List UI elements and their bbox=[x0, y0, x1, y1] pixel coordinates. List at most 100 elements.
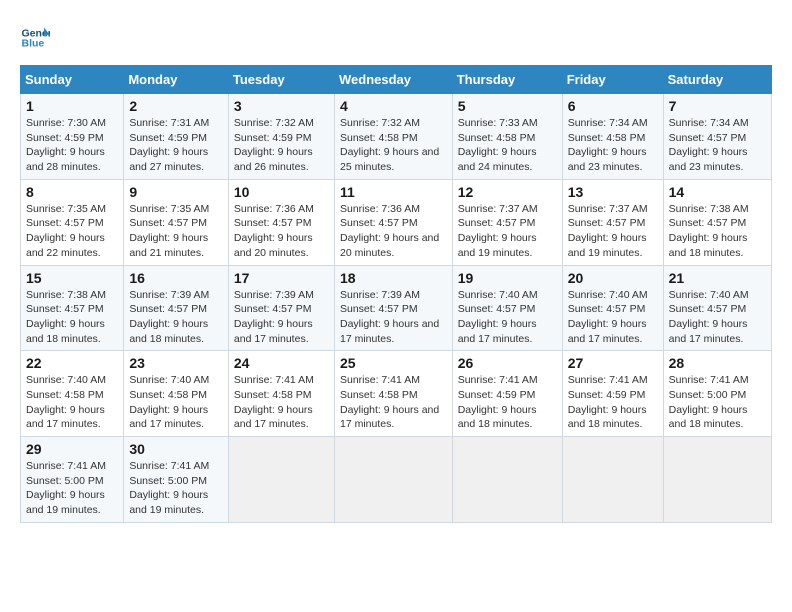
calendar-cell: 24 Sunrise: 7:41 AMSunset: 4:58 PMDaylig… bbox=[228, 351, 334, 437]
day-number: 17 bbox=[234, 270, 329, 286]
day-info: Sunrise: 7:40 AMSunset: 4:58 PMDaylight:… bbox=[129, 374, 209, 430]
calendar-cell bbox=[663, 437, 771, 523]
calendar-cell: 25 Sunrise: 7:41 AMSunset: 4:58 PMDaylig… bbox=[334, 351, 452, 437]
day-number: 11 bbox=[340, 184, 447, 200]
day-info: Sunrise: 7:40 AMSunset: 4:58 PMDaylight:… bbox=[26, 374, 106, 430]
calendar-cell: 11 Sunrise: 7:36 AMSunset: 4:57 PMDaylig… bbox=[334, 179, 452, 265]
day-number: 25 bbox=[340, 355, 447, 371]
day-number: 23 bbox=[129, 355, 223, 371]
calendar-week-row: 29 Sunrise: 7:41 AMSunset: 5:00 PMDaylig… bbox=[21, 437, 772, 523]
day-info: Sunrise: 7:40 AMSunset: 4:57 PMDaylight:… bbox=[669, 289, 749, 345]
calendar-cell: 29 Sunrise: 7:41 AMSunset: 5:00 PMDaylig… bbox=[21, 437, 124, 523]
calendar-cell bbox=[228, 437, 334, 523]
day-info: Sunrise: 7:32 AMSunset: 4:58 PMDaylight:… bbox=[340, 117, 439, 173]
calendar-table: SundayMondayTuesdayWednesdayThursdayFrid… bbox=[20, 65, 772, 523]
calendar-cell: 13 Sunrise: 7:37 AMSunset: 4:57 PMDaylig… bbox=[562, 179, 663, 265]
svg-text:Blue: Blue bbox=[22, 37, 45, 49]
day-number: 2 bbox=[129, 98, 223, 114]
calendar-cell: 6 Sunrise: 7:34 AMSunset: 4:58 PMDayligh… bbox=[562, 94, 663, 180]
calendar-cell: 14 Sunrise: 7:38 AMSunset: 4:57 PMDaylig… bbox=[663, 179, 771, 265]
day-info: Sunrise: 7:30 AMSunset: 4:59 PMDaylight:… bbox=[26, 117, 106, 173]
day-info: Sunrise: 7:40 AMSunset: 4:57 PMDaylight:… bbox=[568, 289, 648, 345]
day-info: Sunrise: 7:35 AMSunset: 4:57 PMDaylight:… bbox=[26, 203, 106, 259]
calendar-cell: 15 Sunrise: 7:38 AMSunset: 4:57 PMDaylig… bbox=[21, 265, 124, 351]
day-info: Sunrise: 7:34 AMSunset: 4:58 PMDaylight:… bbox=[568, 117, 648, 173]
day-info: Sunrise: 7:41 AMSunset: 5:00 PMDaylight:… bbox=[669, 374, 749, 430]
calendar-cell: 26 Sunrise: 7:41 AMSunset: 4:59 PMDaylig… bbox=[452, 351, 562, 437]
calendar-cell: 16 Sunrise: 7:39 AMSunset: 4:57 PMDaylig… bbox=[124, 265, 229, 351]
day-info: Sunrise: 7:33 AMSunset: 4:58 PMDaylight:… bbox=[458, 117, 538, 173]
calendar-cell: 8 Sunrise: 7:35 AMSunset: 4:57 PMDayligh… bbox=[21, 179, 124, 265]
day-info: Sunrise: 7:32 AMSunset: 4:59 PMDaylight:… bbox=[234, 117, 314, 173]
calendar-cell: 20 Sunrise: 7:40 AMSunset: 4:57 PMDaylig… bbox=[562, 265, 663, 351]
calendar-cell bbox=[562, 437, 663, 523]
day-number: 7 bbox=[669, 98, 766, 114]
day-info: Sunrise: 7:34 AMSunset: 4:57 PMDaylight:… bbox=[669, 117, 749, 173]
calendar-cell bbox=[452, 437, 562, 523]
calendar-cell: 12 Sunrise: 7:37 AMSunset: 4:57 PMDaylig… bbox=[452, 179, 562, 265]
day-info: Sunrise: 7:37 AMSunset: 4:57 PMDaylight:… bbox=[568, 203, 648, 259]
day-number: 5 bbox=[458, 98, 557, 114]
calendar-week-row: 15 Sunrise: 7:38 AMSunset: 4:57 PMDaylig… bbox=[21, 265, 772, 351]
calendar-cell: 1 Sunrise: 7:30 AMSunset: 4:59 PMDayligh… bbox=[21, 94, 124, 180]
day-info: Sunrise: 7:39 AMSunset: 4:57 PMDaylight:… bbox=[129, 289, 209, 345]
day-number: 6 bbox=[568, 98, 658, 114]
day-number: 4 bbox=[340, 98, 447, 114]
day-number: 27 bbox=[568, 355, 658, 371]
calendar-cell: 28 Sunrise: 7:41 AMSunset: 5:00 PMDaylig… bbox=[663, 351, 771, 437]
calendar-cell: 18 Sunrise: 7:39 AMSunset: 4:57 PMDaylig… bbox=[334, 265, 452, 351]
calendar-cell: 2 Sunrise: 7:31 AMSunset: 4:59 PMDayligh… bbox=[124, 94, 229, 180]
day-info: Sunrise: 7:41 AMSunset: 4:59 PMDaylight:… bbox=[568, 374, 648, 430]
weekday-header-monday: Monday bbox=[124, 66, 229, 94]
weekday-header-thursday: Thursday bbox=[452, 66, 562, 94]
day-number: 28 bbox=[669, 355, 766, 371]
calendar-cell bbox=[334, 437, 452, 523]
day-info: Sunrise: 7:41 AMSunset: 4:58 PMDaylight:… bbox=[234, 374, 314, 430]
day-info: Sunrise: 7:31 AMSunset: 4:59 PMDaylight:… bbox=[129, 117, 209, 173]
day-info: Sunrise: 7:41 AMSunset: 4:59 PMDaylight:… bbox=[458, 374, 538, 430]
day-number: 3 bbox=[234, 98, 329, 114]
calendar-cell: 5 Sunrise: 7:33 AMSunset: 4:58 PMDayligh… bbox=[452, 94, 562, 180]
calendar-week-row: 1 Sunrise: 7:30 AMSunset: 4:59 PMDayligh… bbox=[21, 94, 772, 180]
calendar-cell: 21 Sunrise: 7:40 AMSunset: 4:57 PMDaylig… bbox=[663, 265, 771, 351]
day-number: 21 bbox=[669, 270, 766, 286]
day-number: 12 bbox=[458, 184, 557, 200]
day-info: Sunrise: 7:41 AMSunset: 4:58 PMDaylight:… bbox=[340, 374, 439, 430]
day-number: 26 bbox=[458, 355, 557, 371]
calendar-week-row: 22 Sunrise: 7:40 AMSunset: 4:58 PMDaylig… bbox=[21, 351, 772, 437]
day-number: 16 bbox=[129, 270, 223, 286]
day-info: Sunrise: 7:41 AMSunset: 5:00 PMDaylight:… bbox=[129, 460, 209, 516]
day-number: 24 bbox=[234, 355, 329, 371]
day-info: Sunrise: 7:36 AMSunset: 4:57 PMDaylight:… bbox=[340, 203, 439, 259]
day-number: 20 bbox=[568, 270, 658, 286]
day-info: Sunrise: 7:38 AMSunset: 4:57 PMDaylight:… bbox=[26, 289, 106, 345]
day-number: 1 bbox=[26, 98, 118, 114]
logo-icon: General Blue bbox=[20, 20, 50, 50]
calendar-cell: 4 Sunrise: 7:32 AMSunset: 4:58 PMDayligh… bbox=[334, 94, 452, 180]
day-number: 19 bbox=[458, 270, 557, 286]
calendar-cell: 19 Sunrise: 7:40 AMSunset: 4:57 PMDaylig… bbox=[452, 265, 562, 351]
day-number: 8 bbox=[26, 184, 118, 200]
day-number: 30 bbox=[129, 441, 223, 457]
calendar-cell: 23 Sunrise: 7:40 AMSunset: 4:58 PMDaylig… bbox=[124, 351, 229, 437]
day-info: Sunrise: 7:37 AMSunset: 4:57 PMDaylight:… bbox=[458, 203, 538, 259]
calendar-cell: 3 Sunrise: 7:32 AMSunset: 4:59 PMDayligh… bbox=[228, 94, 334, 180]
day-info: Sunrise: 7:39 AMSunset: 4:57 PMDaylight:… bbox=[340, 289, 439, 345]
calendar-cell: 27 Sunrise: 7:41 AMSunset: 4:59 PMDaylig… bbox=[562, 351, 663, 437]
day-number: 15 bbox=[26, 270, 118, 286]
weekday-header-tuesday: Tuesday bbox=[228, 66, 334, 94]
weekday-header-saturday: Saturday bbox=[663, 66, 771, 94]
day-number: 9 bbox=[129, 184, 223, 200]
day-number: 18 bbox=[340, 270, 447, 286]
day-info: Sunrise: 7:39 AMSunset: 4:57 PMDaylight:… bbox=[234, 289, 314, 345]
day-number: 29 bbox=[26, 441, 118, 457]
weekday-header-wednesday: Wednesday bbox=[334, 66, 452, 94]
day-number: 14 bbox=[669, 184, 766, 200]
calendar-cell: 9 Sunrise: 7:35 AMSunset: 4:57 PMDayligh… bbox=[124, 179, 229, 265]
day-number: 13 bbox=[568, 184, 658, 200]
day-number: 10 bbox=[234, 184, 329, 200]
calendar-cell: 10 Sunrise: 7:36 AMSunset: 4:57 PMDaylig… bbox=[228, 179, 334, 265]
day-info: Sunrise: 7:35 AMSunset: 4:57 PMDaylight:… bbox=[129, 203, 209, 259]
calendar-cell: 17 Sunrise: 7:39 AMSunset: 4:57 PMDaylig… bbox=[228, 265, 334, 351]
calendar-cell: 30 Sunrise: 7:41 AMSunset: 5:00 PMDaylig… bbox=[124, 437, 229, 523]
